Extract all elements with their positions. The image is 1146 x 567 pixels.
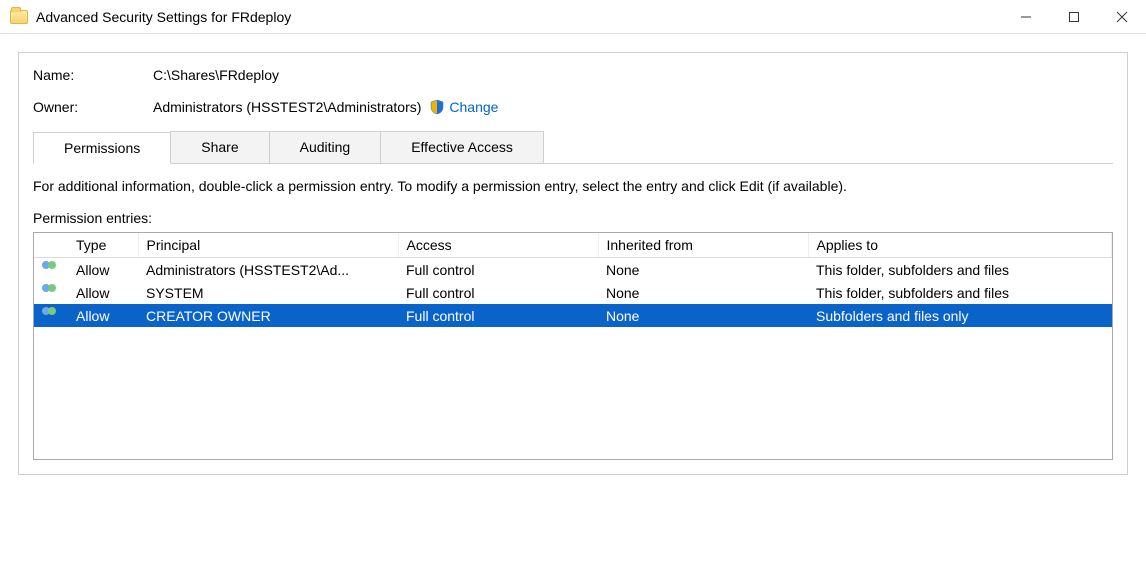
- col-icon[interactable]: [34, 233, 68, 258]
- change-owner-text: Change: [449, 99, 498, 115]
- maximize-button[interactable]: [1050, 0, 1098, 34]
- row-icon-cell: [34, 258, 68, 282]
- name-value: C:\Shares\FRdeploy: [153, 67, 279, 83]
- table-header-row: Type Principal Access Inherited from App…: [34, 233, 1112, 258]
- window-title: Advanced Security Settings for FRdeploy: [36, 9, 291, 25]
- row-icon-cell: [34, 304, 68, 327]
- col-access[interactable]: Access: [398, 233, 598, 258]
- tab-body-permissions: For additional information, double-click…: [33, 164, 1113, 460]
- close-icon: [1116, 11, 1128, 23]
- row-applies: This folder, subfolders and files: [808, 281, 1112, 304]
- table-row[interactable]: AllowSYSTEMFull controlNoneThis folder, …: [34, 281, 1112, 304]
- row-principal: SYSTEM: [138, 281, 398, 304]
- col-inherited[interactable]: Inherited from: [598, 233, 808, 258]
- permission-entries-label: Permission entries:: [33, 210, 1113, 226]
- name-row: Name: C:\Shares\FRdeploy: [33, 67, 1113, 83]
- permissions-info-text: For additional information, double-click…: [33, 178, 1113, 194]
- shield-icon: [429, 99, 445, 115]
- row-applies: Subfolders and files only: [808, 304, 1112, 327]
- permission-entries-table-wrap[interactable]: Type Principal Access Inherited from App…: [33, 232, 1113, 460]
- row-access: Full control: [398, 281, 598, 304]
- tab-auditing[interactable]: Auditing: [269, 131, 382, 163]
- minimize-icon: [1020, 11, 1032, 23]
- col-type[interactable]: Type: [68, 233, 138, 258]
- titlebar: Advanced Security Settings for FRdeploy: [0, 0, 1146, 34]
- row-type: Allow: [68, 304, 138, 327]
- row-principal: CREATOR OWNER: [138, 304, 398, 327]
- minimize-button[interactable]: [1002, 0, 1050, 34]
- maximize-icon: [1068, 11, 1080, 23]
- col-applies[interactable]: Applies to: [808, 233, 1112, 258]
- principal-icon: [42, 261, 60, 275]
- owner-label: Owner:: [33, 99, 153, 115]
- tab-share[interactable]: Share: [170, 131, 269, 163]
- principal-icon: [42, 307, 60, 321]
- row-inherited: None: [598, 258, 808, 282]
- row-principal: Administrators (HSSTEST2\Ad...: [138, 258, 398, 282]
- tab-permissions[interactable]: Permissions: [33, 132, 171, 164]
- col-principal[interactable]: Principal: [138, 233, 398, 258]
- row-type: Allow: [68, 281, 138, 304]
- row-access: Full control: [398, 304, 598, 327]
- table-row[interactable]: AllowAdministrators (HSSTEST2\Ad...Full …: [34, 258, 1112, 282]
- row-access: Full control: [398, 258, 598, 282]
- row-applies: This folder, subfolders and files: [808, 258, 1112, 282]
- close-button[interactable]: [1098, 0, 1146, 34]
- row-type: Allow: [68, 258, 138, 282]
- permission-entries-table: Type Principal Access Inherited from App…: [34, 233, 1112, 327]
- table-row[interactable]: AllowCREATOR OWNERFull controlNoneSubfol…: [34, 304, 1112, 327]
- row-inherited: None: [598, 281, 808, 304]
- change-owner-link[interactable]: Change: [429, 99, 498, 115]
- row-inherited: None: [598, 304, 808, 327]
- row-icon-cell: [34, 281, 68, 304]
- main-panel: Name: C:\Shares\FRdeploy Owner: Administ…: [18, 52, 1128, 475]
- owner-row: Owner: Administrators (HSSTEST2\Administ…: [33, 99, 1113, 115]
- tab-strip: Permissions Share Auditing Effective Acc…: [33, 131, 1113, 164]
- owner-value: Administrators (HSSTEST2\Administrators): [153, 99, 421, 115]
- principal-icon: [42, 284, 60, 298]
- tab-effective-access[interactable]: Effective Access: [380, 131, 544, 163]
- name-label: Name:: [33, 67, 153, 83]
- folder-icon: [10, 10, 28, 24]
